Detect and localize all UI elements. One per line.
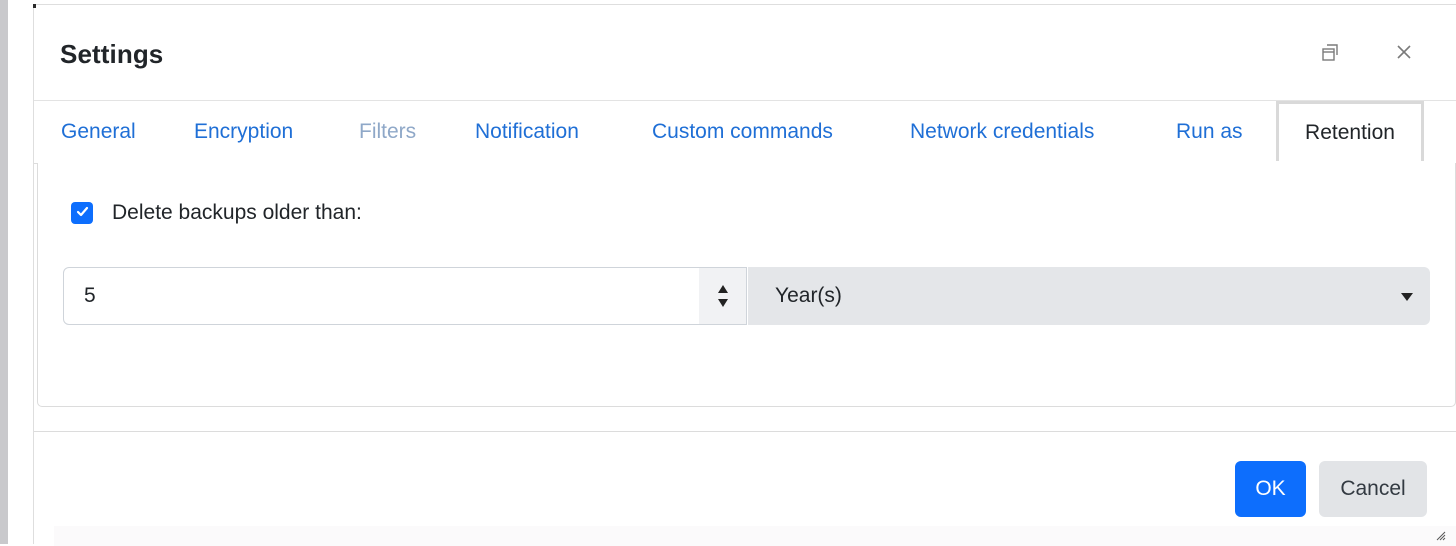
- checkmark-icon: [76, 204, 89, 222]
- caret-down-icon: [1401, 293, 1413, 301]
- tab-encryption[interactable]: Encryption: [194, 101, 293, 163]
- tab-custom-commands[interactable]: Custom commands: [652, 101, 833, 163]
- tab-network-credentials[interactable]: Network credentials: [910, 101, 1094, 163]
- background-window-edge: [0, 0, 8, 544]
- resize-grip-icon[interactable]: [1434, 528, 1446, 541]
- retention-panel: Delete backups older than: 5 Year(s): [37, 163, 1456, 407]
- delete-backups-row: Delete backups older than:: [71, 201, 362, 225]
- settings-dialog: Settings General Encryption Filters Noti…: [33, 4, 1456, 546]
- tab-run-as[interactable]: Run as: [1176, 101, 1243, 163]
- dialog-title: Settings: [60, 39, 164, 69]
- age-unit-select[interactable]: Year(s): [748, 267, 1430, 325]
- footer-shade: [54, 526, 1456, 546]
- spin-down-icon[interactable]: [717, 299, 728, 307]
- tab-notification[interactable]: Notification: [475, 101, 579, 163]
- window-corner-mark: [33, 4, 36, 8]
- close-icon: [1397, 45, 1411, 59]
- dialog-footer: OK Cancel: [34, 431, 1456, 546]
- restore-window-button[interactable]: [1315, 37, 1345, 67]
- age-unit-value: Year(s): [775, 284, 842, 307]
- age-number-input[interactable]: 5: [63, 267, 747, 325]
- cancel-button[interactable]: Cancel: [1319, 461, 1427, 517]
- tab-filters[interactable]: Filters: [359, 101, 416, 163]
- ok-button[interactable]: OK: [1235, 461, 1306, 517]
- dialog-header: Settings: [34, 5, 1456, 100]
- delete-backups-label: Delete backups older than:: [112, 201, 362, 224]
- age-spinner: [699, 268, 746, 324]
- delete-backups-checkbox[interactable]: [71, 202, 93, 224]
- spin-up-icon[interactable]: [717, 285, 728, 293]
- tab-retention[interactable]: Retention: [1276, 101, 1424, 161]
- age-value: 5: [84, 284, 96, 307]
- restore-window-icon: [1322, 43, 1338, 61]
- tab-bar: General Encryption Filters Notification …: [34, 100, 1456, 164]
- tab-general[interactable]: General: [61, 101, 136, 163]
- close-button[interactable]: [1389, 37, 1419, 67]
